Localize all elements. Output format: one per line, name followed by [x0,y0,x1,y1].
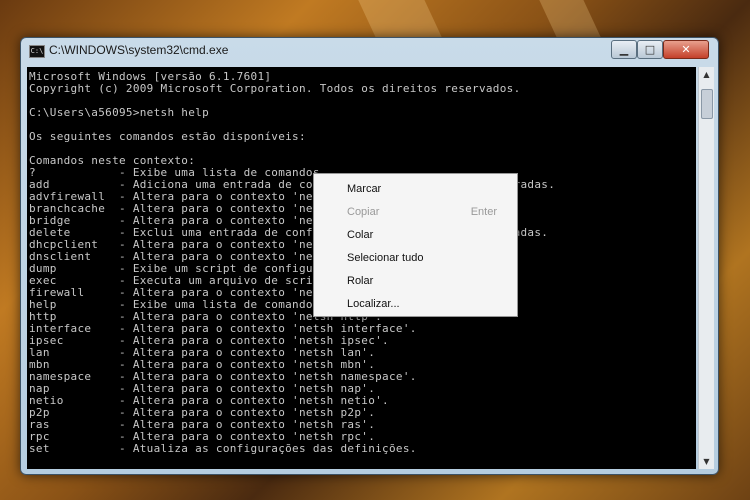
menu-item-label: Localizar... [347,298,400,310]
menu-item-localizar[interactable]: Localizar... [314,294,517,314]
scroll-down-icon[interactable]: ▼ [699,454,714,469]
menu-item-label: Copiar [347,206,380,218]
vertical-scrollbar[interactable]: ▲ ▼ [698,67,714,469]
menu-item-copiar[interactable]: Copiar Enter [314,202,517,222]
close-button[interactable]: ✕ [663,40,709,59]
menu-item-marcar[interactable]: Marcar [314,179,517,199]
menu-item-label: Marcar [347,183,382,195]
maximize-button[interactable]: □ [637,40,663,59]
menu-item-colar[interactable]: Colar [314,225,517,245]
minimize-icon: ▁ [619,43,629,56]
close-icon: ✕ [681,43,691,56]
menu-item-label: Selecionar tudo [347,252,424,264]
menu-item-label: Rolar [347,275,374,287]
scroll-up-icon[interactable]: ▲ [699,67,714,82]
scroll-thumb[interactable] [701,89,713,119]
console-icon[interactable]: C:\ [29,45,45,58]
console-line: Os seguintes comandos estão disponíveis: [29,130,306,143]
minimize-button[interactable]: ▁ [611,40,637,59]
context-menu: Marcar Copiar Enter Colar Selecionar tud… [313,173,518,317]
title-bar[interactable]: C:\ C:\WINDOWS\system32\cmd.exe ▁ □ ✕ [21,38,718,64]
menu-item-selecionar-tudo[interactable]: Selecionar tudo [314,248,517,268]
console-line: Copyright (c) 2009 Microsoft Corporation… [29,82,521,95]
window-title: C:\WINDOWS\system32\cmd.exe [49,43,229,57]
console-line: set - Atualiza as configurações das defi… [29,442,417,455]
console-line: C:\Users\a56095>netsh help [29,106,209,119]
maximize-icon: □ [644,43,656,56]
menu-item-label: Colar [347,229,374,241]
menu-item-rolar[interactable]: Rolar [314,271,517,291]
menu-item-shortcut: Enter [470,206,497,218]
